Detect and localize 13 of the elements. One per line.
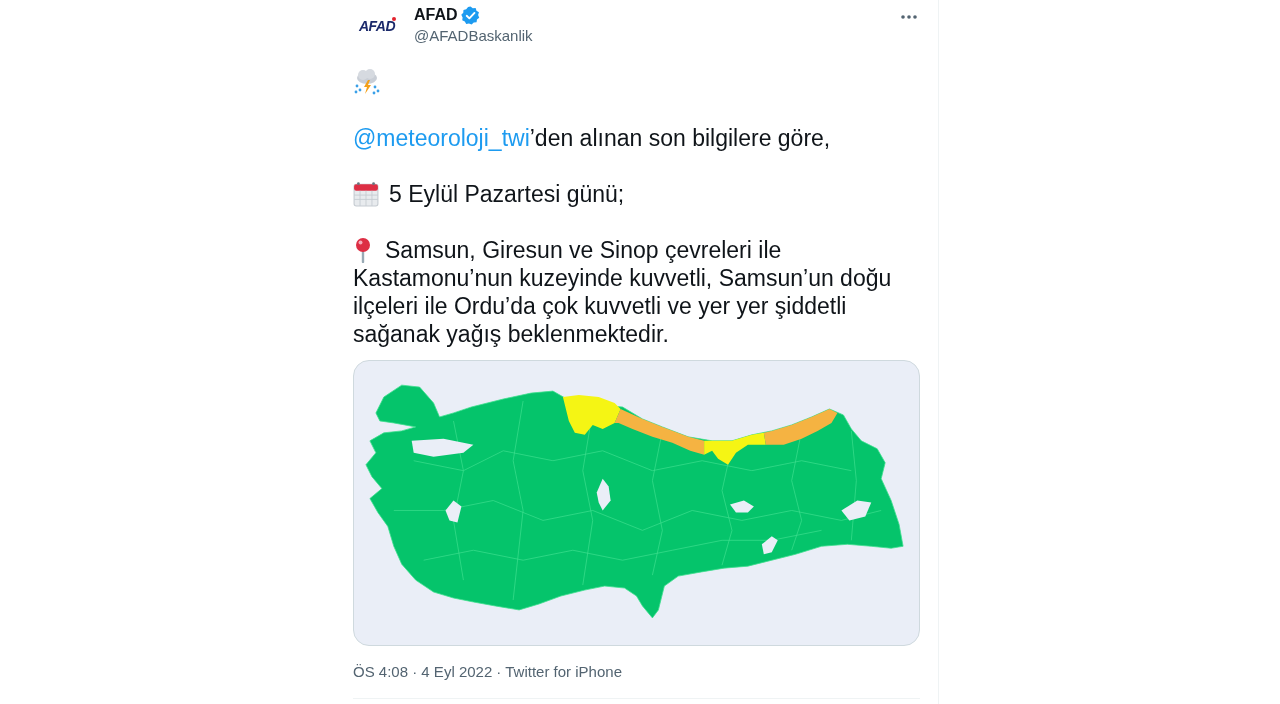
pin-icon [353,237,373,263]
timestamp-link[interactable]: ÖS 4:08 · 4 Eyl 2022 [353,662,493,682]
more-icon [901,15,917,19]
tweet-text: Kastamonu’nun kuzeyinde kuvvetli, Samsun’un doğu ilçeleri ile Ordu’da çok kuvvetli ve yer yer şiddetli sağanak yağış beklenmektedir. [353,264,893,348]
separator-dot: · [496,662,502,682]
source-link[interactable]: Twitter for iPhone [505,662,622,682]
tweet-text: Samsun, Giresun ve Sinop çevreleri ile [385,236,782,264]
calendar-icon [353,181,379,207]
author-name[interactable]: AFAD [414,4,458,26]
tweet-text: 5 Eylül Pazartesi günü; [389,180,625,208]
storm-cloud-icon [353,68,381,96]
author-handle[interactable]: @AFADBaskanlik [414,26,533,46]
tweet-text: @meteoroloji_twi’den alınan son bilgilere göre, [353,124,832,152]
